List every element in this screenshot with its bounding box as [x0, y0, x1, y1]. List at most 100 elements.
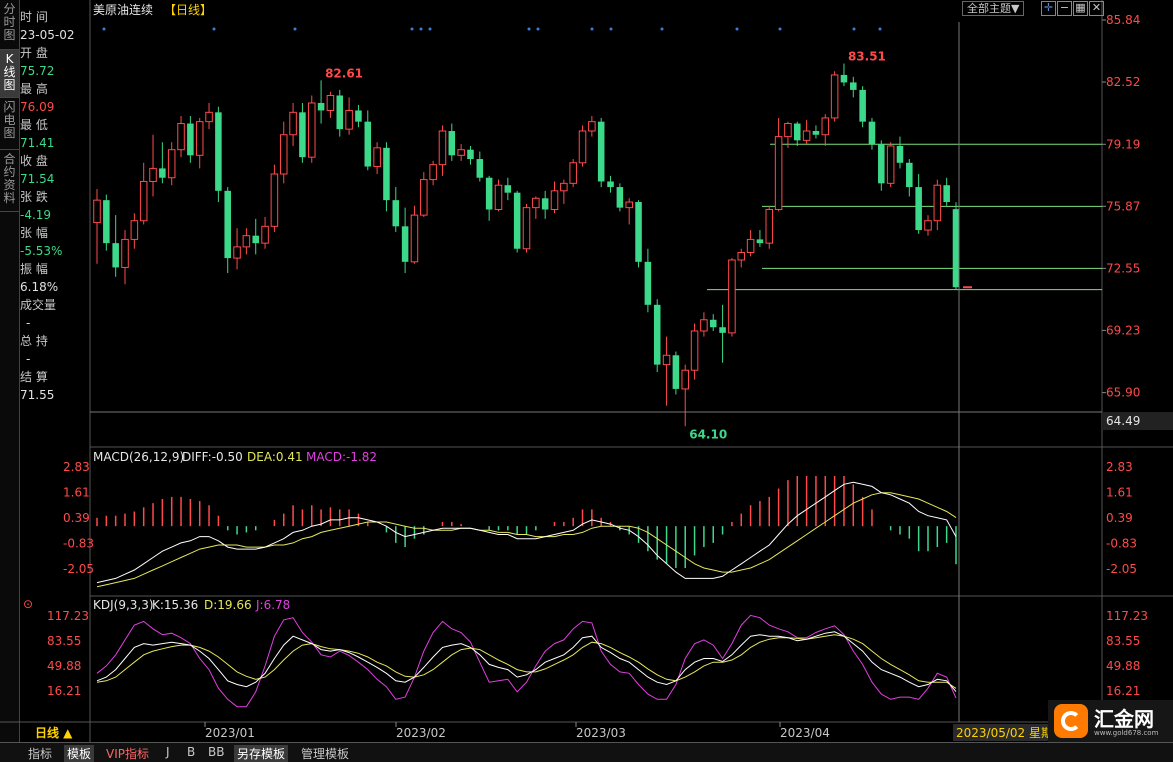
candle-body-up [700, 319, 708, 332]
kdj-tick-right: 117.23 [1106, 609, 1148, 623]
candle-body-up [167, 149, 176, 179]
candle-body-down [476, 159, 484, 178]
grid-button[interactable]: ▦ [1073, 1, 1088, 16]
event-dot [778, 27, 782, 31]
candle-body-down [224, 190, 231, 259]
candle-body-down [317, 102, 325, 111]
macd-tick-right: 2.83 [1106, 460, 1133, 474]
price-tick-label: 79.19 [1106, 137, 1140, 151]
period-button: 日线 ▲ [35, 725, 73, 740]
gold678-logo: 汇金网 www.gold678.com [1048, 700, 1173, 742]
kdj-tick-left: 117.23 [47, 609, 89, 623]
tab-manage-template[interactable]: 管理模板 [301, 745, 349, 762]
candle-body-up [261, 225, 269, 244]
macd-tick-left: 2.83 [63, 460, 90, 474]
event-dot [590, 27, 594, 31]
candle-body-down [635, 202, 642, 262]
candle-body-up [522, 207, 531, 250]
event-dot [536, 27, 540, 31]
candle-body-down [868, 121, 876, 145]
minus-button[interactable]: − [1057, 1, 1072, 16]
candle-body-up [774, 136, 783, 211]
macd-dea-value: DEA:0.41 [247, 450, 303, 464]
high-annotation: 82.61 [325, 66, 363, 80]
candle-body-up [205, 111, 213, 123]
candle-body-up [924, 220, 932, 231]
candle-body-up [662, 354, 671, 366]
candle-body-up [307, 102, 316, 158]
macd-diff-value: DIFF:-0.50 [182, 450, 243, 464]
macd-tick-right: -0.83 [1106, 537, 1137, 551]
candle-body-up [326, 95, 335, 111]
candle-body-down [112, 243, 119, 268]
tab-indicator[interactable]: 指标 [28, 745, 52, 762]
tab-bb[interactable]: BB [208, 745, 224, 759]
candle-body-up [345, 109, 353, 130]
candle-body-down [653, 304, 661, 365]
period-label: 【日线】 [164, 3, 212, 17]
candle-body-down [607, 181, 614, 188]
candle-body-down [812, 131, 820, 135]
candle-body-up [681, 369, 689, 390]
time-tick-label: 2023/03 [576, 726, 626, 740]
tab-j[interactable]: J [166, 745, 170, 759]
candle-body-down [448, 131, 456, 156]
price-axis-bottom: 64.49 [1106, 414, 1140, 428]
price-tick-label: 85.84 [1106, 13, 1140, 27]
macd-tick-left: -2.05 [63, 562, 94, 576]
event-dot [419, 27, 423, 31]
candle-body-down [355, 110, 362, 122]
tab-template[interactable]: 模板 [64, 745, 95, 762]
candle-body-up [289, 111, 297, 136]
candle-body-down [943, 185, 950, 203]
kdj-d-line [96, 634, 957, 689]
time-tick-label: 2023/02 [396, 726, 446, 740]
time-tick-label: 2023/04 [780, 726, 830, 740]
macd-title: MACD(26,12,9) [93, 450, 184, 464]
candle-body-down [794, 123, 801, 141]
close-icon[interactable]: ✕ [1089, 1, 1104, 16]
candle-body-down [336, 95, 344, 130]
candle-body-down [392, 200, 400, 227]
crosshair-button[interactable]: ✛ [1041, 1, 1056, 16]
candle-body-up [130, 220, 139, 240]
price-tick-label: 72.55 [1106, 261, 1140, 275]
candle-body-down [719, 327, 726, 333]
candle-body-down [513, 192, 521, 249]
candle-body-down [103, 200, 110, 244]
candle-body-down [401, 226, 409, 262]
macd-tick-right: 1.61 [1106, 486, 1133, 500]
candle-body-up [784, 123, 792, 138]
event-dot [878, 27, 882, 31]
kdj-j-value: J:6.78 [255, 598, 290, 612]
candle-body-up [886, 145, 895, 184]
event-dot [410, 27, 414, 31]
macd-dea-line [96, 492, 957, 588]
price-tick-label: 75.87 [1106, 199, 1140, 213]
chart-canvas[interactable]: 美原油连续 【日线】 85.84 82.52 79.19 75.87 72.55 69.23 6… [0, 0, 1173, 742]
tab-b[interactable]: B [187, 745, 195, 759]
tab-save-template[interactable]: 另存模板 [234, 745, 289, 762]
candle-body-up [532, 197, 540, 209]
candle-body-down [906, 162, 913, 188]
candle-body-up [420, 179, 428, 216]
candle-body-down [215, 112, 222, 191]
instrument-title: 美原油连续 [93, 2, 153, 17]
candle-body-down [299, 112, 306, 158]
tab-vip-indicator[interactable]: VIP指标 [106, 745, 149, 762]
kdj-tick-right: 16.21 [1106, 684, 1140, 698]
candle-body-up [270, 173, 279, 227]
high-annotation: 83.51 [848, 50, 886, 64]
candle-body-up [438, 130, 447, 166]
candle-body-up [728, 259, 736, 334]
event-dot [293, 27, 297, 31]
candle-body-up [690, 330, 699, 371]
candle-body-up [802, 130, 811, 141]
candle-body-down [850, 82, 857, 90]
candle-body-up [233, 246, 241, 259]
kdj-j-line [96, 614, 957, 708]
event-dot [527, 27, 531, 31]
candle-body-down [709, 319, 717, 328]
theme-select[interactable]: 全部主题▼ [962, 1, 1025, 16]
macd-tick-left: -0.83 [63, 537, 94, 551]
